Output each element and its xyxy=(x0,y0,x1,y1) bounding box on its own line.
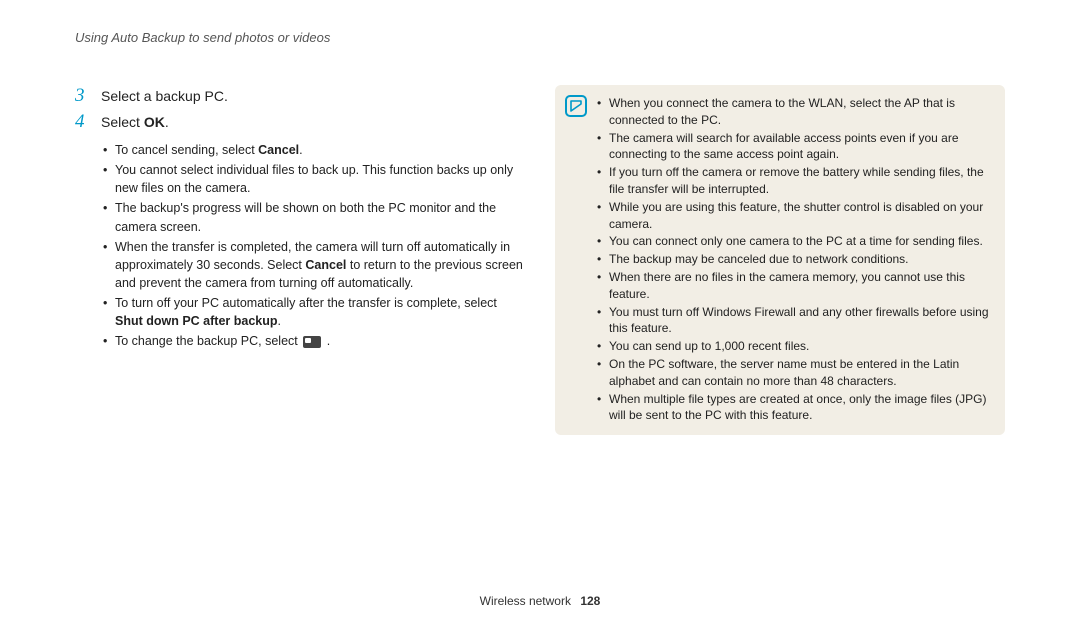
page-footer: Wireless network 128 xyxy=(0,594,1080,608)
list-item: To change the backup PC, select . xyxy=(103,332,525,350)
bullet-text-bold: Cancel xyxy=(305,258,346,272)
page-container: Using Auto Backup to send photos or vide… xyxy=(0,0,1080,435)
step-number: 3 xyxy=(75,85,91,107)
list-item: If you turn off the camera or remove the… xyxy=(597,164,993,198)
list-item: You cannot select individual files to ba… xyxy=(103,161,525,197)
note-icon xyxy=(565,95,587,117)
page-header: Using Auto Backup to send photos or vide… xyxy=(75,30,1005,45)
left-column: 3 Select a backup PC. 4 Select OK. To ca… xyxy=(75,85,525,435)
content-columns: 3 Select a backup PC. 4 Select OK. To ca… xyxy=(75,85,1005,435)
bullet-text-pre: To cancel sending, select xyxy=(115,143,258,157)
note-list: When you connect the camera to the WLAN,… xyxy=(597,95,993,424)
list-item: To turn off your PC automatically after … xyxy=(103,294,525,330)
list-item: The backup may be canceled due to networ… xyxy=(597,251,993,268)
list-item: You can send up to 1,000 recent files. xyxy=(597,338,993,355)
list-item: The backup's progress will be shown on b… xyxy=(103,199,525,235)
list-item: The camera will search for available acc… xyxy=(597,130,993,164)
list-item: When there are no files in the camera me… xyxy=(597,269,993,303)
footer-section: Wireless network xyxy=(480,594,571,608)
bullet-text-bold: Cancel xyxy=(258,143,299,157)
list-item: On the PC software, the server name must… xyxy=(597,356,993,390)
list-item: When you connect the camera to the WLAN,… xyxy=(597,95,993,129)
step-text: Select OK. xyxy=(101,114,169,130)
bullet-text-post: . xyxy=(278,314,281,328)
left-bullet-list: To cancel sending, select Cancel. You ca… xyxy=(103,141,525,350)
list-item: While you are using this feature, the sh… xyxy=(597,199,993,233)
list-item: You must turn off Windows Firewall and a… xyxy=(597,304,993,338)
pc-selector-icon xyxy=(303,336,321,348)
step-4: 4 Select OK. xyxy=(75,111,525,133)
note-box: When you connect the camera to the WLAN,… xyxy=(555,85,1005,435)
bullet-text-bold: Shut down PC after backup xyxy=(115,314,278,328)
bullet-text-post: . xyxy=(323,334,330,348)
bullet-text-post: . xyxy=(299,143,302,157)
list-item: When multiple file types are created at … xyxy=(597,391,993,425)
step-text: Select a backup PC. xyxy=(101,88,228,104)
right-column: When you connect the camera to the WLAN,… xyxy=(555,85,1005,435)
list-item: You can connect only one camera to the P… xyxy=(597,233,993,250)
step-text-post: . xyxy=(165,114,169,130)
step-text-bold: OK xyxy=(144,114,165,130)
list-item: When the transfer is completed, the came… xyxy=(103,238,525,292)
step-number: 4 xyxy=(75,111,91,133)
bullet-text-pre: To turn off your PC automatically after … xyxy=(115,296,497,310)
step-3: 3 Select a backup PC. xyxy=(75,85,525,107)
list-item: To cancel sending, select Cancel. xyxy=(103,141,525,159)
step-text-pre: Select xyxy=(101,114,144,130)
bullet-text-pre: To change the backup PC, select xyxy=(115,334,301,348)
page-number: 128 xyxy=(580,594,600,608)
